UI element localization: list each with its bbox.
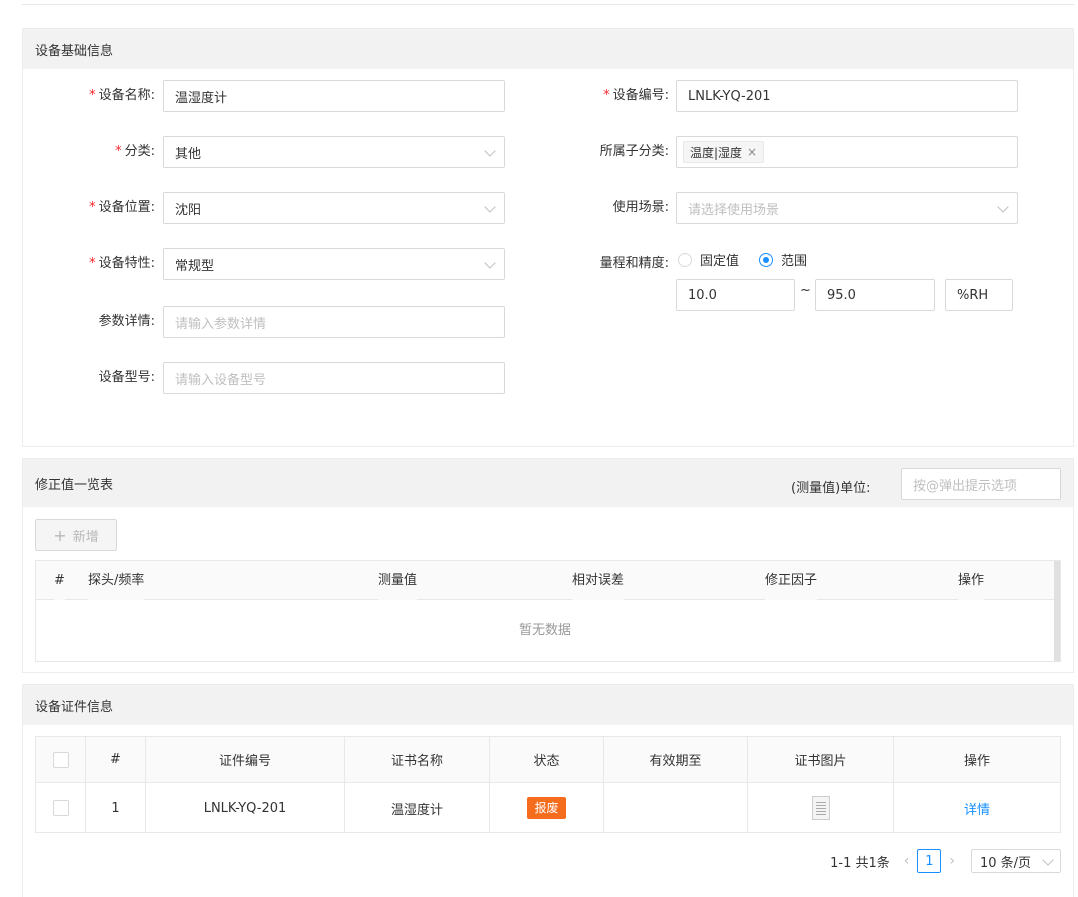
row-action-cell: 详情 — [894, 783, 1060, 833]
certificate-table: # 证件编号 证书名称 状态 有效期至 证书图片 操作 1 LNLK-YQ-20… — [35, 736, 1061, 833]
basic-info-panel: 设备基础信息 * 设备名称: 温湿度计 * 分类: 其他 * 设备位置: 沈阳 * 设备… — [22, 28, 1074, 447]
location-label: * 设备位置: — [89, 200, 155, 215]
table-row: 1 LNLK-YQ-201 温湿度计 报废 详情 — [36, 783, 1060, 833]
scrollbar[interactable] — [1054, 561, 1060, 661]
unit-input[interactable]: 按@弹出提示选项 — [901, 468, 1061, 500]
model-input[interactable]: 请输入设备型号 — [163, 362, 505, 394]
radio-range[interactable]: 范围 — [759, 250, 807, 269]
col-action: 操作 — [958, 561, 985, 600]
row-valid-until — [604, 783, 748, 833]
plus-icon: + — [53, 525, 67, 545]
certificate-thumbnail[interactable] — [811, 796, 830, 820]
col-probe: 探头/频率 — [88, 561, 145, 600]
detail-link[interactable]: 详情 — [964, 799, 990, 818]
chevron-down-icon — [484, 201, 496, 213]
table-header — [36, 561, 1054, 600]
col-action: 操作 — [963, 754, 990, 769]
close-icon[interactable]: × — [747, 145, 757, 159]
correction-table: # 探头/频率 测量值 相对误差 修正因子 操作 暂无数据 — [35, 560, 1061, 662]
subcategory-label: 所属子分类: — [599, 144, 669, 159]
required-mark: * — [115, 144, 122, 159]
range-min-input[interactable]: 10.0 — [676, 279, 795, 311]
name-label: * 设备名称: — [89, 88, 155, 103]
select-all-cell — [36, 737, 86, 782]
chevron-right-icon[interactable]: › — [949, 853, 955, 869]
required-mark: * — [89, 200, 96, 215]
scene-label: 使用场景: — [612, 200, 669, 215]
code-label: * 设备编号: — [603, 88, 669, 103]
col-cert-name: 证书名称 — [345, 737, 490, 782]
certificate-panel: 设备证件信息 # 证件编号 证书名称 状态 有效期至 证书图片 操作 1 LNL… — [22, 684, 1074, 897]
category-select[interactable]: 其他 — [163, 136, 505, 168]
range-unit-input[interactable]: %RH — [945, 279, 1013, 311]
range-label: 量程和精度: — [599, 256, 669, 271]
empty-text: 暂无数据 — [518, 623, 571, 638]
col-relative-error: 相对误差 — [572, 561, 625, 600]
scene-select[interactable]: 请选择使用场景 — [676, 192, 1018, 224]
chevron-down-icon — [484, 145, 496, 157]
add-button[interactable]: + 新增 — [35, 519, 117, 551]
chevron-down-icon — [484, 257, 496, 269]
col-index: # — [86, 737, 146, 782]
subcategory-select[interactable]: 温度|湿度 × — [676, 136, 1018, 168]
chevron-down-icon — [1042, 854, 1054, 866]
row-status-cell: 报废 — [490, 783, 604, 833]
table-header: # 证件编号 证书名称 状态 有效期至 证书图片 操作 — [36, 737, 1060, 783]
col-cert-image: 证书图片 — [748, 737, 894, 782]
select-all-checkbox[interactable] — [52, 751, 69, 768]
chevron-down-icon — [997, 201, 1009, 213]
pagination: 1-1 共1条 ‹ 1 › 10 条/页 — [830, 849, 1061, 873]
model-label: 设备型号: — [98, 370, 155, 385]
category-label: * 分类: — [115, 144, 155, 159]
pager-current-page[interactable]: 1 — [917, 849, 942, 873]
row-image-cell — [748, 783, 894, 833]
range-max-input[interactable]: 95.0 — [815, 279, 935, 311]
col-index: # — [54, 561, 65, 600]
row-cert-name: 温湿度计 — [345, 783, 490, 833]
row-cert-no: LNLK-YQ-201 — [146, 783, 345, 833]
row-select-cell — [36, 783, 86, 833]
subcategory-tag: 温度|湿度 × — [683, 141, 765, 163]
radio-circle — [678, 252, 692, 267]
required-mark: * — [89, 256, 96, 271]
param-input[interactable]: 请输入参数详情 — [163, 306, 505, 338]
name-input[interactable]: 温湿度计 — [163, 80, 505, 112]
certificate-title: 设备证件信息 — [23, 685, 1073, 725]
location-select[interactable]: 沈阳 — [163, 192, 505, 224]
row-checkbox[interactable] — [52, 800, 69, 816]
status-badge: 报废 — [527, 797, 566, 819]
pager-summary: 1-1 共1条 — [830, 855, 890, 871]
col-measured: 测量值 — [378, 561, 418, 600]
top-divider — [22, 4, 1074, 5]
basic-info-title: 设备基础信息 — [23, 29, 1073, 69]
col-cert-no: 证件编号 — [146, 737, 345, 782]
range-separator: ~ — [800, 283, 811, 298]
chevron-left-icon[interactable]: ‹ — [904, 853, 910, 869]
required-mark: * — [603, 88, 610, 103]
col-valid-until: 有效期至 — [604, 737, 748, 782]
required-mark: * — [89, 88, 96, 103]
feature-label: * 设备特性: — [89, 256, 155, 271]
correction-title: 修正值一览表 — [35, 477, 114, 493]
row-index: 1 — [86, 783, 146, 833]
correction-panel: 修正值一览表 (测量值)单位: 按@弹出提示选项 + 新增 # 探头/频率 测量值… — [22, 458, 1074, 673]
unit-label: (测量值)单位: — [791, 481, 871, 496]
radio-fixed[interactable]: 固定值 — [678, 250, 739, 269]
col-factor: 修正因子 — [765, 561, 818, 600]
col-status: 状态 — [490, 737, 604, 782]
page-size-select[interactable]: 10 条/页 — [971, 849, 1061, 873]
param-label: 参数详情: — [98, 314, 155, 329]
feature-select[interactable]: 常规型 — [163, 248, 505, 280]
radio-circle-checked — [759, 252, 773, 267]
code-input[interactable]: LNLK-YQ-201 — [676, 80, 1018, 112]
